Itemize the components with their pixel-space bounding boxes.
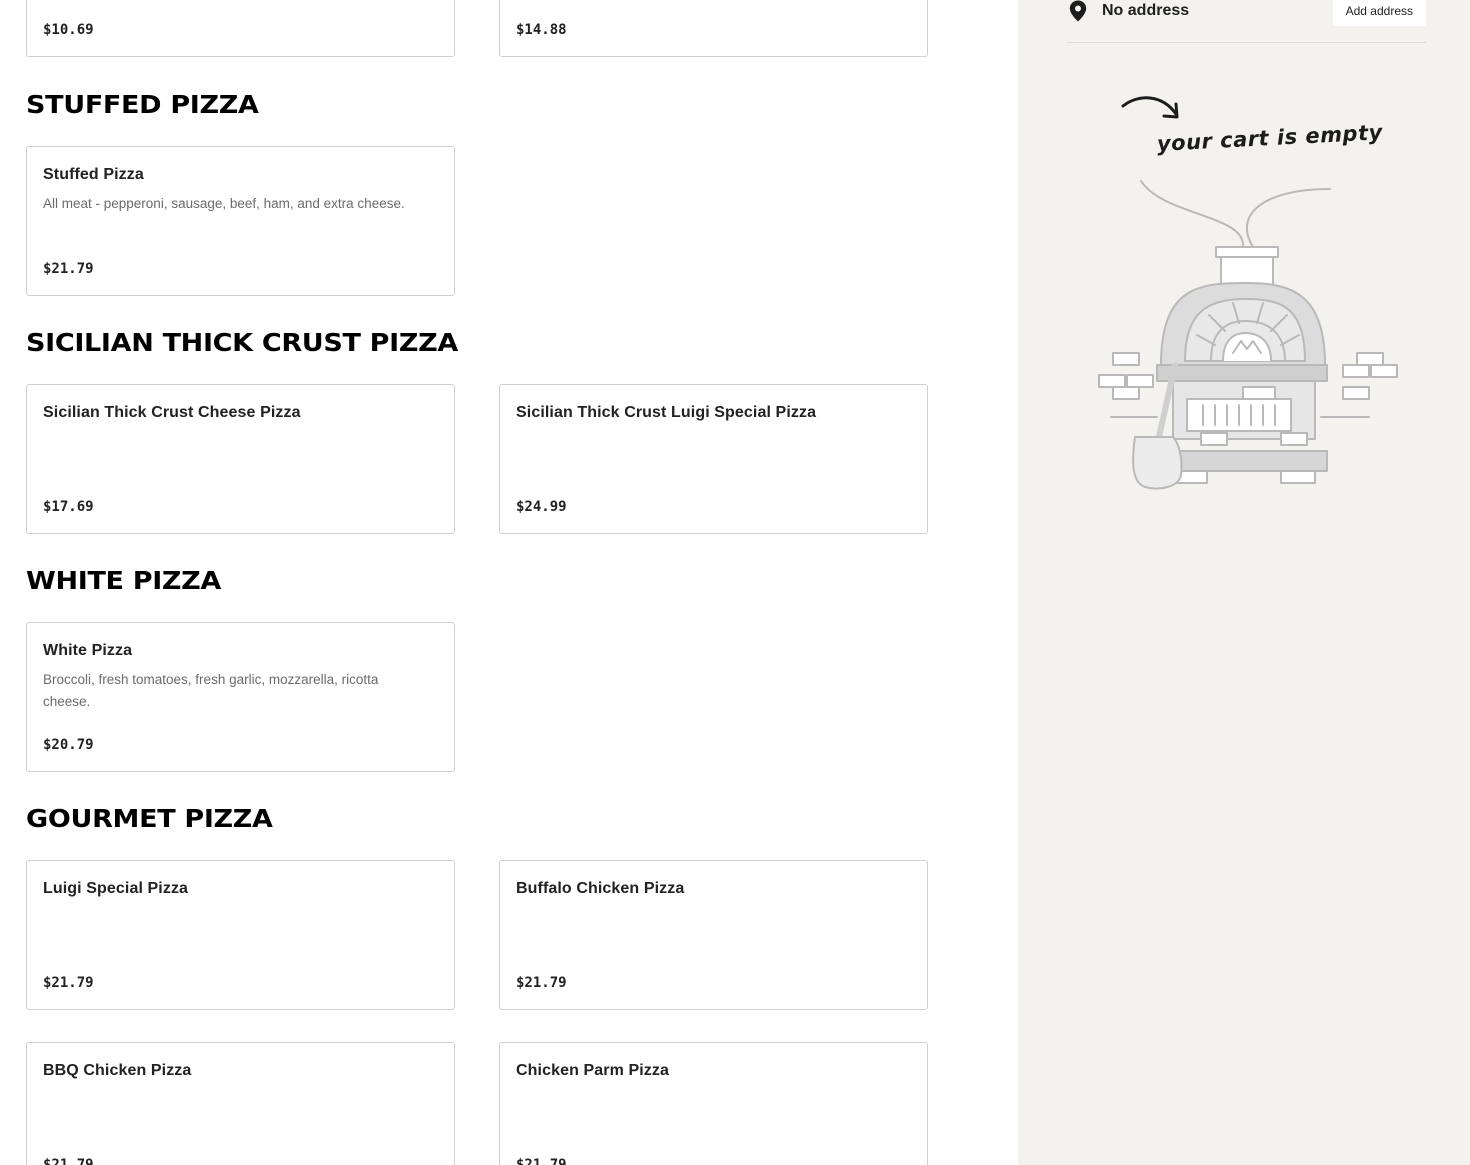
item-description: Broccoli, fresh tomatoes, fresh garlic, …	[43, 672, 379, 709]
item-price: $21.79	[43, 1157, 94, 1165]
empty-cart-message: your cart is empty	[1156, 120, 1384, 156]
pizza-oven-illustration	[1098, 180, 1398, 490]
item-price: $21.79	[516, 975, 567, 991]
menu-item-card[interactable]: $14.88	[499, 0, 928, 57]
menu-item-card[interactable]: White Pizza Broccoli, fresh tomatoes, fr…	[26, 622, 455, 772]
section-title: GOURMET PIZZA	[26, 804, 273, 833]
item-name: Sicilian Thick Crust Luigi Special Pizza	[516, 404, 817, 421]
item-description: All meat - pepperoni, sausage, beef, ham…	[43, 196, 405, 211]
item-price: $24.99	[516, 499, 567, 515]
item-name: Stuffed Pizza	[43, 166, 144, 183]
section-title: STUFFED PIZZA	[26, 90, 259, 119]
item-name: Chicken Parm Pizza	[516, 1062, 669, 1079]
item-name: Buffalo Chicken Pizza	[516, 880, 685, 897]
cart-sidebar: No address Add address your cart is empt…	[1018, 0, 1470, 1165]
location-pin-icon	[1069, 0, 1087, 22]
page: $10.69 $14.88 STUFFED PIZZA Stuffed Pizz…	[0, 0, 1470, 1165]
item-price: $17.69	[43, 499, 94, 515]
menu-list: $10.69 $14.88 STUFFED PIZZA Stuffed Pizz…	[0, 0, 1018, 1165]
section-title: WHITE PIZZA	[26, 566, 222, 595]
item-price: $14.88	[516, 22, 567, 38]
item-price: $21.79	[516, 1157, 567, 1165]
item-price: $21.79	[43, 975, 94, 991]
menu-item-card[interactable]: Chicken Parm Pizza $21.79	[499, 1042, 928, 1165]
item-price: $10.69	[43, 22, 94, 38]
curved-arrow-icon	[1121, 96, 1179, 119]
section-title: SICILIAN THICK CRUST PIZZA	[26, 328, 458, 357]
menu-item-card[interactable]: Luigi Special Pizza $21.79	[26, 860, 455, 1010]
menu-item-card[interactable]: Sicilian Thick Crust Cheese Pizza $17.69	[26, 384, 455, 534]
menu-item-card[interactable]: $10.69	[26, 0, 455, 57]
item-name: Sicilian Thick Crust Cheese Pizza	[43, 404, 301, 421]
menu-item-card[interactable]: Sicilian Thick Crust Luigi Special Pizza…	[499, 384, 928, 534]
address-row: No address Add address	[1067, 0, 1426, 43]
item-name: Luigi Special Pizza	[43, 880, 189, 897]
add-address-button[interactable]: Add address	[1332, 0, 1426, 26]
item-price: $20.79	[43, 737, 94, 753]
item-price: $21.79	[43, 261, 94, 277]
menu-item-card[interactable]: Stuffed Pizza All meat - pepperoni, saus…	[26, 146, 455, 296]
menu-item-card[interactable]: Buffalo Chicken Pizza $21.79	[499, 860, 928, 1010]
menu-item-card[interactable]: BBQ Chicken Pizza $21.79	[26, 1042, 455, 1165]
address-text: No address	[1102, 2, 1190, 19]
item-name: BBQ Chicken Pizza	[43, 1062, 192, 1079]
item-name: White Pizza	[43, 642, 133, 659]
